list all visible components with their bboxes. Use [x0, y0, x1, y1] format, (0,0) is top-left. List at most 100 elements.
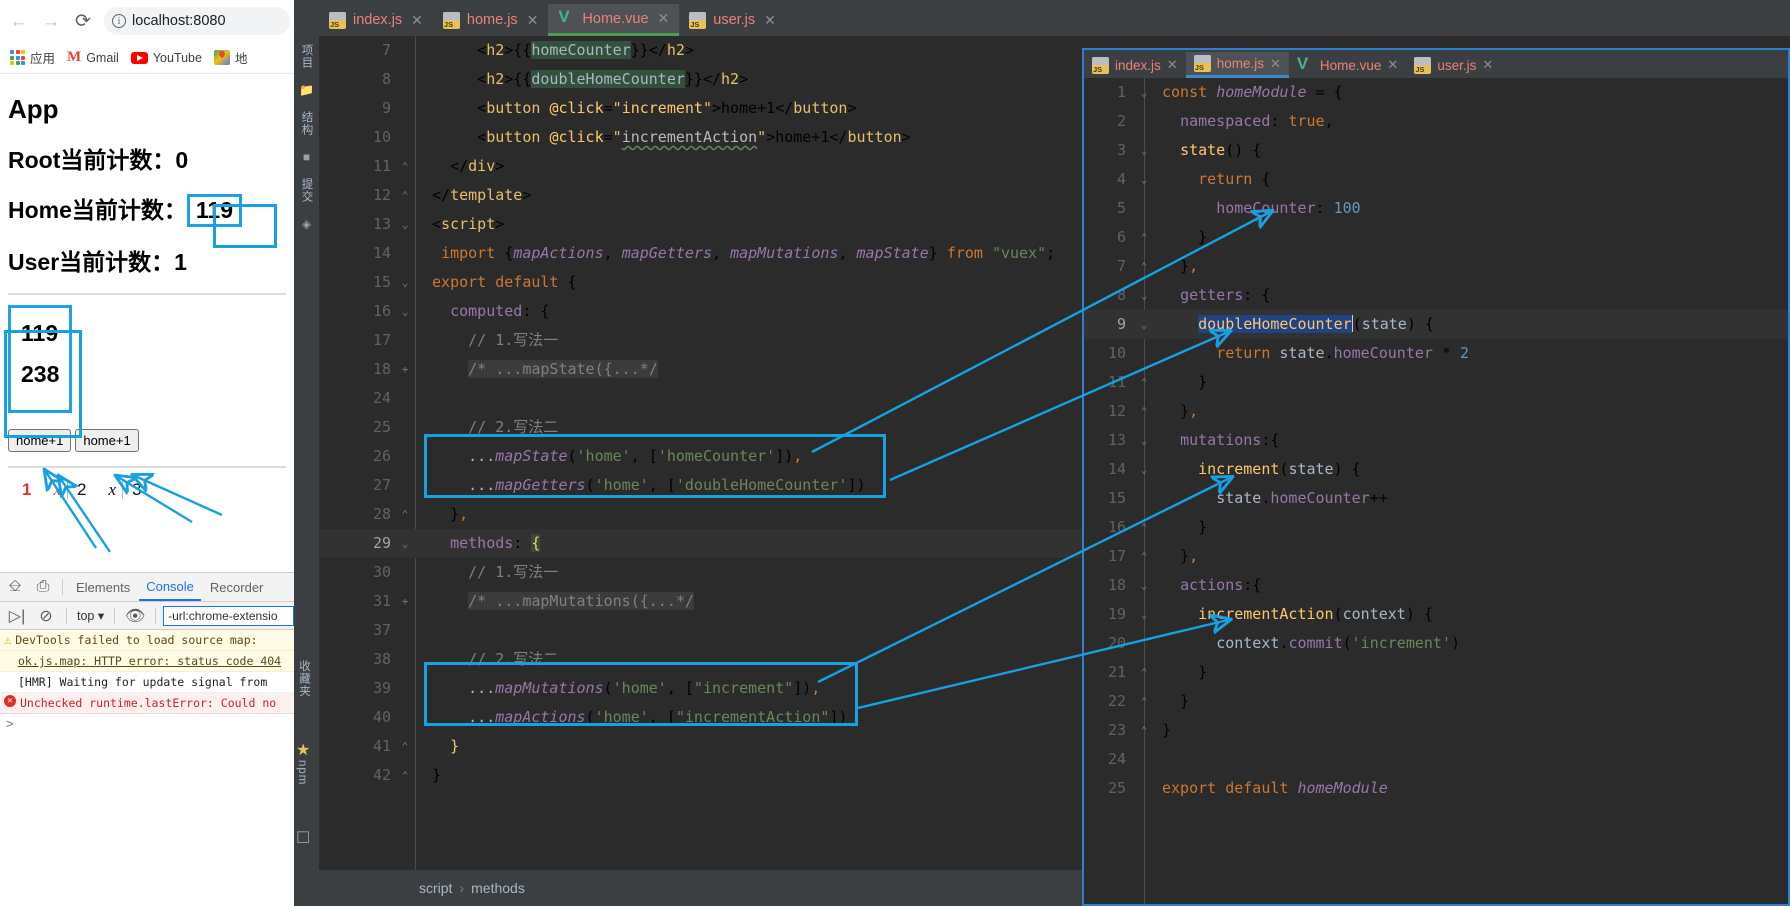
- fold-gutter-icon[interactable]: ⌄: [397, 297, 413, 326]
- fold-gutter-icon[interactable]: ⌃: [1136, 223, 1152, 252]
- float-tab-user-js[interactable]: user.js ✕: [1406, 52, 1501, 78]
- forward-icon[interactable]: →: [36, 6, 66, 36]
- fold-gutter-icon[interactable]: ⌃: [1136, 716, 1152, 745]
- log-row-warning[interactable]: ⚠ DevTools failed to load source map:: [0, 630, 294, 651]
- line-number: 14: [372, 244, 391, 262]
- toolstrip-project[interactable]: 项目: [299, 44, 315, 69]
- code-line: 10 return state.homeCounter * 2: [1084, 339, 1788, 368]
- home-increment-button[interactable]: home+1: [8, 429, 72, 452]
- commit-icon[interactable]: ◈: [302, 217, 311, 231]
- fold-gutter-icon[interactable]: ⌃: [397, 152, 413, 181]
- close-icon[interactable]: ✕: [658, 10, 670, 27]
- reload-icon[interactable]: ⟳: [68, 6, 98, 36]
- console-prompt[interactable]: >: [0, 714, 294, 736]
- log-row-info[interactable]: [HMR] Waiting for update signal from: [0, 672, 294, 693]
- fold-gutter-icon[interactable]: ⌄: [1136, 136, 1152, 165]
- site-info-icon[interactable]: i: [112, 14, 126, 28]
- line-source: return {: [1198, 170, 1271, 188]
- fold-gutter-icon[interactable]: ⌃: [1136, 542, 1152, 571]
- code-editor-home-js[interactable]: 1 ⌄ const homeModule = {2 namespaced: true…: [1084, 78, 1788, 904]
- structure-icon[interactable]: ■: [303, 150, 310, 164]
- toolstrip-commit[interactable]: 提交: [299, 178, 315, 203]
- float-tab-index-js[interactable]: index.js ✕: [1084, 52, 1186, 78]
- browser-window: ← → ⟳ i localhost:8080 应用 M Gmail YouTub…: [0, 0, 294, 906]
- tab-console[interactable]: Console: [139, 574, 201, 601]
- live-expression-icon[interactable]: 👁: [122, 603, 148, 628]
- fold-gutter-icon[interactable]: ⌄: [1136, 600, 1152, 629]
- fold-gutter-icon[interactable]: ⌃: [397, 761, 413, 790]
- close-icon[interactable]: ✕: [1167, 57, 1178, 73]
- fold-gutter-icon[interactable]: ⌃: [397, 181, 413, 210]
- console-filter-input[interactable]: -url:chrome-extensio: [163, 605, 294, 626]
- editor-tab-home-vue[interactable]: Home.vue ✕: [548, 4, 680, 36]
- log-text: DevTools failed to load source map:: [15, 633, 258, 647]
- fold-gutter-icon[interactable]: ⌄: [1136, 310, 1152, 339]
- bookmark-apps[interactable]: 应用: [6, 46, 59, 69]
- close-icon[interactable]: ✕: [1387, 57, 1398, 73]
- fold-gutter-icon[interactable]: ⌃: [1136, 658, 1152, 687]
- log-link[interactable]: ok.js.map: HTTP error: status code 404: [18, 654, 281, 668]
- line-number: 10: [1107, 344, 1126, 362]
- bookmark-youtube[interactable]: YouTube: [127, 49, 206, 67]
- fold-gutter-icon[interactable]: ⌄: [1136, 165, 1152, 194]
- editor-tab-home-js[interactable]: home.js ✕: [433, 4, 549, 36]
- floating-editor-window-home-js[interactable]: index.js ✕ home.js ✕ Home.vue ✕ user.js …: [1082, 48, 1790, 906]
- breadcrumb-item-script[interactable]: script: [419, 880, 452, 896]
- fold-gutter-icon[interactable]: ⌄: [397, 529, 413, 558]
- fold-gutter-icon[interactable]: ⌄: [1136, 455, 1152, 484]
- bookmark-maps[interactable]: 地: [210, 46, 252, 69]
- page-1[interactable]: 1: [22, 480, 53, 500]
- right-strip-npm[interactable]: npm: [296, 760, 308, 790]
- line-number: 31: [372, 592, 391, 610]
- tab-elements[interactable]: Elements: [69, 575, 137, 600]
- fold-gutter-icon[interactable]: ⌃: [1136, 368, 1152, 397]
- fold-gutter-icon[interactable]: ⌄: [1136, 78, 1152, 107]
- tab-recorder[interactable]: Recorder: [203, 575, 270, 600]
- fold-gutter-icon[interactable]: ⌃: [1136, 687, 1152, 716]
- clear-console-icon[interactable]: ⊘: [33, 603, 59, 628]
- inspect-element-icon[interactable]: ⎒: [2, 575, 28, 600]
- fold-gutter-icon[interactable]: ⌄: [397, 210, 413, 239]
- home-increment-action-button[interactable]: home+1: [75, 429, 139, 452]
- close-icon[interactable]: ✕: [411, 12, 423, 29]
- fold-gutter-icon[interactable]: +: [397, 355, 413, 384]
- line-number: 38: [372, 650, 391, 668]
- fold-gutter-icon[interactable]: ⌄: [1136, 571, 1152, 600]
- fold-gutter-icon[interactable]: ⌄: [1136, 426, 1152, 455]
- log-row-error[interactable]: ✕ Unchecked runtime.lastError: Could no: [0, 693, 294, 714]
- editor-tab-index-js[interactable]: index.js ✕: [319, 4, 433, 36]
- console-context-selector[interactable]: top ▾: [74, 608, 107, 623]
- fold-gutter-icon[interactable]: ⌃: [1136, 513, 1152, 542]
- page-3[interactable]: 3: [132, 480, 163, 500]
- address-bar[interactable]: i localhost:8080: [104, 7, 290, 35]
- fold-gutter-icon[interactable]: +: [397, 587, 413, 616]
- folder-icon[interactable]: 📁: [299, 83, 314, 97]
- page-2[interactable]: 2: [77, 480, 108, 500]
- back-icon[interactable]: ←: [4, 6, 34, 36]
- bookmark-gmail[interactable]: M Gmail: [63, 48, 123, 67]
- editor-tab-user-js[interactable]: user.js ✕: [679, 4, 786, 36]
- toolstrip-structure[interactable]: 结构: [299, 111, 315, 136]
- device-toolbar-icon[interactable]: ⎙: [30, 575, 56, 600]
- log-row-warning-cont[interactable]: ok.js.map: HTTP error: status code 404: [0, 651, 294, 672]
- fold-gutter-icon[interactable]: ⌃: [397, 500, 413, 529]
- divider: [8, 466, 286, 468]
- fold-gutter-icon[interactable]: ⌄: [1136, 281, 1152, 310]
- fold-gutter-icon[interactable]: ⌃: [397, 732, 413, 761]
- close-icon[interactable]: ✕: [1270, 56, 1281, 72]
- close-icon[interactable]: ✕: [527, 12, 539, 29]
- close-icon[interactable]: ✕: [1482, 57, 1493, 73]
- google-maps-icon: [213, 50, 230, 65]
- line-source: },: [1162, 547, 1199, 565]
- float-tab-home-vue[interactable]: Home.vue ✕: [1289, 52, 1406, 78]
- terminal-icon[interactable]: ☐: [296, 828, 310, 848]
- float-tab-home-js[interactable]: home.js ✕: [1185, 52, 1289, 78]
- console-sidebar-icon[interactable]: ▷|: [4, 603, 30, 628]
- fold-gutter-icon[interactable]: ⌃: [1136, 397, 1152, 426]
- right-strip-favorites[interactable]: 收藏夹: [296, 660, 312, 703]
- breadcrumb-item-methods[interactable]: methods: [471, 880, 525, 896]
- fold-gutter-icon[interactable]: ⌄: [397, 268, 413, 297]
- fold-gutter-icon[interactable]: ⌃: [1136, 252, 1152, 281]
- line-number: 22: [1107, 692, 1126, 710]
- close-icon[interactable]: ✕: [764, 12, 776, 29]
